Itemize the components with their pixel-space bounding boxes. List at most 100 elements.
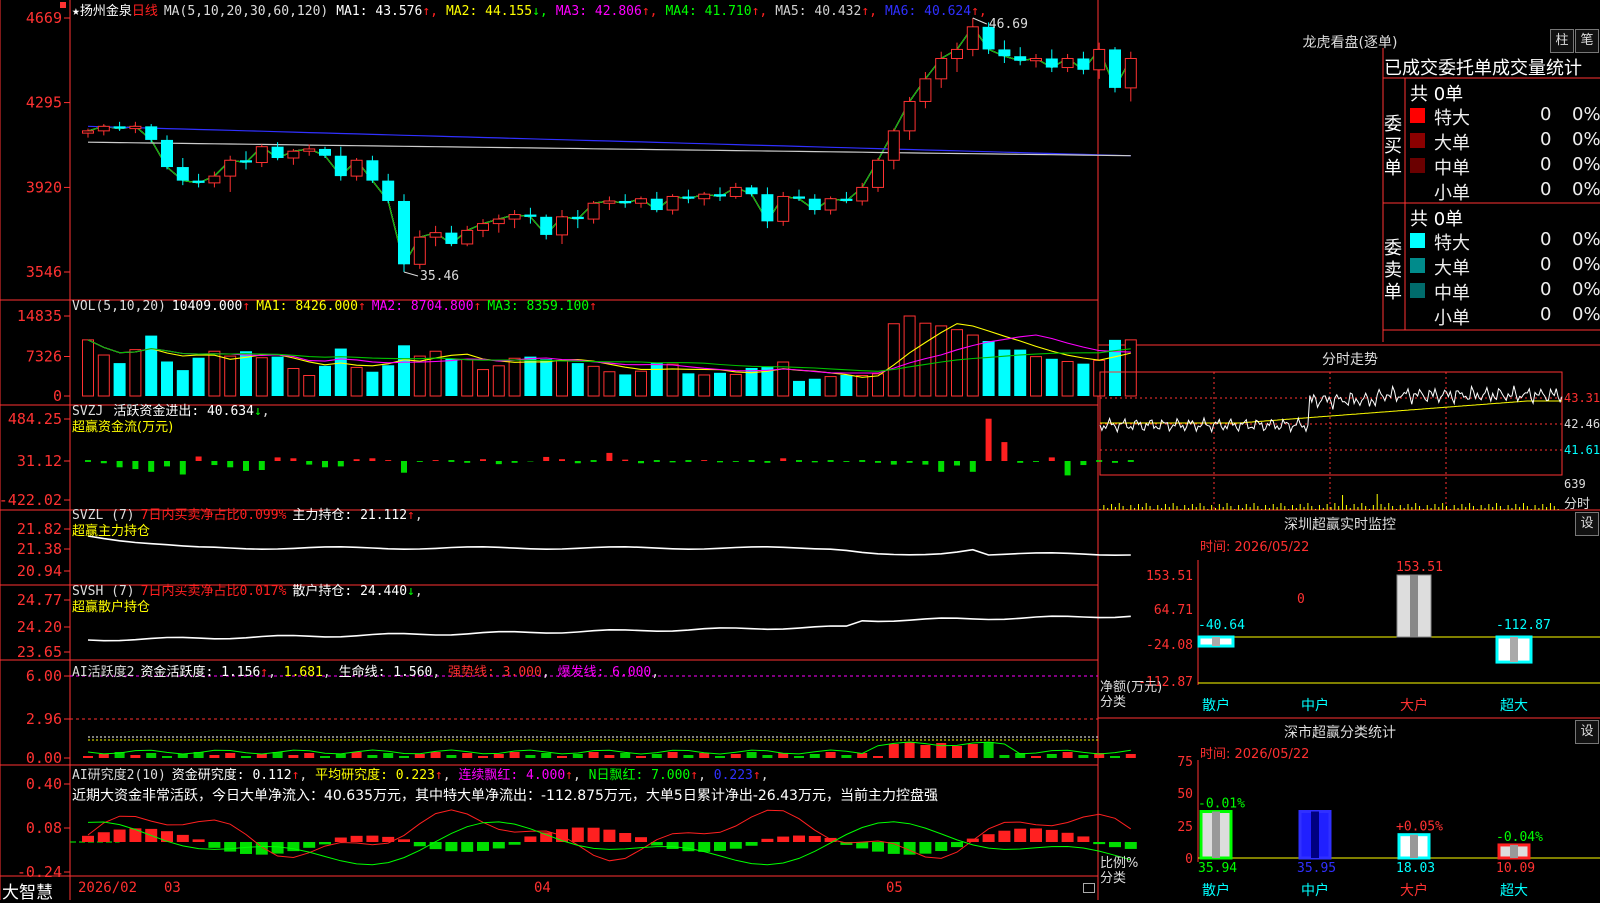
svzj-bar-13 [290, 458, 296, 461]
monitor-bar-shade-3 [1510, 637, 1518, 662]
vol-bar-63 [1077, 364, 1089, 396]
vol-bar-26 [493, 366, 504, 396]
classify-ytick-3: 0 [1185, 852, 1193, 867]
candle-body-15 [319, 149, 331, 156]
monitor-ytick-2: -24.08 [1146, 638, 1193, 653]
ai1-bar-11 [257, 754, 267, 758]
svsh-ytick-1: 24.20 [17, 618, 62, 636]
ai1-bar-63 [1078, 755, 1088, 758]
svzj-bar-16 [338, 461, 344, 466]
ai2-bar-23 [445, 842, 457, 851]
ai2-bar-29 [540, 832, 552, 842]
sell-row-count-1: 0 [1540, 254, 1551, 278]
classify-ytick-0: 75 [1177, 755, 1193, 770]
date-label-2: 04 [534, 880, 551, 896]
candle-body-59 [1014, 56, 1026, 61]
candle-body-63 [1077, 58, 1089, 69]
candle-body-47 [825, 199, 836, 210]
sell-row-count-2: 0 [1540, 279, 1551, 303]
lock-icon[interactable] [1083, 883, 1095, 893]
vol-bar-13 [288, 368, 299, 396]
ai2-bar-34 [619, 833, 631, 842]
vol-ma3-arrow: ↑ [589, 299, 597, 314]
vol-ma2-arrow: ↑ [474, 299, 482, 314]
ai1-bar-27 [510, 752, 520, 758]
classify-change-3: -0.04% [1496, 830, 1543, 845]
svzj-bar-58 [1001, 442, 1007, 461]
ai1-bar-19 [383, 753, 393, 758]
ai1-activity: 资金活跃度: 1.156 [140, 665, 260, 680]
candle-body-25 [478, 224, 489, 231]
classify-ytick-2: 25 [1177, 820, 1193, 835]
classify-settings-button[interactable]: 设 [1575, 720, 1599, 744]
sell-row-pct-0: 0% [1572, 229, 1600, 253]
ai1-header: AI活跃度2资金活跃度: 1.156↑, 1.681, 生命线: 1.560, … [72, 661, 659, 680]
vol-bar-1 [98, 355, 109, 396]
ai2-bar-60 [1030, 828, 1042, 842]
svsh-line [88, 616, 1131, 641]
candle-body-64 [1094, 49, 1105, 69]
vol-bar-12 [272, 357, 284, 396]
buy-swatch-2 [1410, 158, 1425, 173]
svzj-value: 活跃资金进出: 40.634 [113, 404, 254, 419]
candle-body-27 [509, 215, 520, 220]
period-label[interactable]: 日线 [132, 4, 158, 19]
ai2-bar-63 [1077, 836, 1089, 842]
ai2-bar-42 [746, 842, 758, 846]
candle-body-5 [161, 140, 173, 167]
svzj-bar-22 [433, 460, 439, 461]
ma-value-5: MA5: 40.432 [775, 4, 861, 19]
sell-total: 共 0单 [1410, 205, 1463, 231]
ai1-bar-38 [683, 755, 693, 758]
ma-value-4: MA4: 41.710 [665, 4, 751, 19]
monitor-settings-button[interactable]: 设 [1575, 512, 1599, 536]
vol-bar-36 [651, 363, 663, 396]
classify-ylabel-1: 比例% [1100, 856, 1138, 871]
candle-body-4 [145, 126, 157, 140]
vol-bar-31 [572, 363, 584, 396]
price-ytick-0: 4669 [26, 9, 62, 27]
sell-row-pct-2: 0% [1572, 279, 1600, 303]
candle-body-34 [619, 201, 631, 203]
ai1-bar-43 [762, 755, 772, 758]
ai1-bar-57 [984, 742, 994, 758]
corner-marker [60, 2, 66, 8]
intraday-ytick-0: 43.31 [1564, 391, 1600, 405]
svzj-bar-15 [322, 461, 328, 467]
sell-row-pct-3: 0% [1572, 304, 1600, 328]
candle-body-50 [873, 160, 884, 187]
classify-time: 时间: 2026/05/22 [1200, 743, 1309, 762]
ai2-bar-32 [588, 828, 600, 842]
svzj-bar-5 [164, 461, 170, 466]
ai1-bar-21 [415, 754, 425, 758]
vol-label: VOL(5,10,20) [72, 299, 166, 314]
candle-body-21 [414, 237, 425, 264]
svzj-bar-63 [1080, 461, 1086, 465]
candle-body-1 [98, 126, 109, 131]
svzj-bar-36 [654, 460, 660, 462]
svzj-bar-43 [764, 461, 770, 463]
bar-mode-button[interactable]: 柱 [1550, 29, 1574, 53]
svzj-bar-6 [180, 461, 186, 475]
tick-mode-button[interactable]: 笔 [1575, 29, 1599, 53]
ai2-bar-27 [509, 842, 521, 845]
ai2-bar-24 [461, 842, 473, 852]
ai1-bar-65 [1110, 756, 1120, 758]
candle-body-2 [114, 126, 126, 128]
sell-row-name-3: 小单 [1434, 304, 1470, 328]
vol-bar-50 [873, 374, 884, 396]
vol-bar-48 [840, 375, 852, 396]
svzj-bar-45 [796, 460, 802, 462]
date-label-0: 2026/02 [78, 880, 137, 896]
buy-row-pct-3: 0% [1572, 179, 1600, 203]
vol-ytick-2: 0 [53, 387, 62, 405]
svzj-bar-47 [828, 460, 834, 462]
classify-cat-3: 超大 [1500, 883, 1528, 899]
ma10-line [88, 27, 1131, 264]
favorite-star-icon[interactable]: ★ [72, 4, 80, 19]
svzj-bar-27 [512, 461, 518, 463]
monitor-ylabel: 净额(万元)分类 [1100, 680, 1162, 710]
ai2-bar-59 [1014, 829, 1026, 842]
ma-value-1: MA1: 43.576 [336, 4, 422, 19]
buy-row-count-0: 0 [1540, 104, 1551, 128]
